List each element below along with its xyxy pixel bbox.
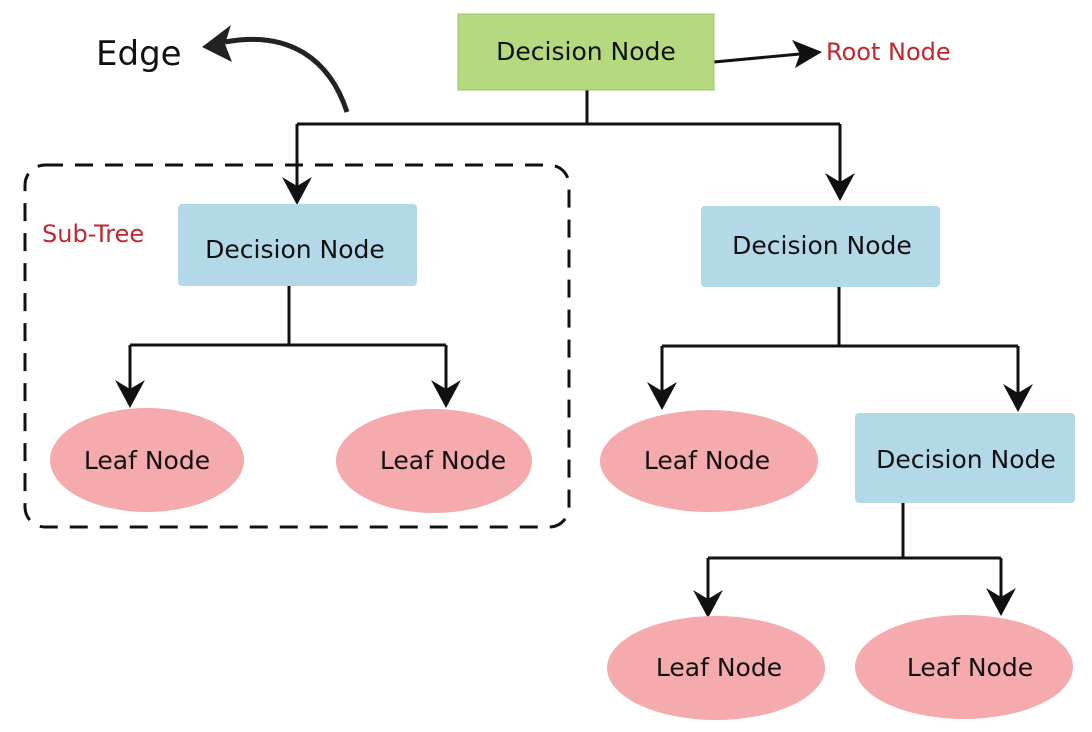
decision-node-left-label: Decision Node	[205, 235, 385, 264]
decision-node-left[interactable]: Decision Node	[178, 204, 417, 286]
leaf-node-5-label: Leaf Node	[907, 653, 1033, 682]
leaf-node-5[interactable]: Leaf Node	[855, 615, 1073, 719]
leaf-node-2-label: Leaf Node	[380, 446, 506, 475]
edges-right-decision-2	[693, 503, 1016, 618]
decision-node-right-2[interactable]: Decision Node	[855, 413, 1075, 503]
leaf-node-2[interactable]: Leaf Node	[336, 409, 532, 513]
root-annotation-label: Root Node	[826, 38, 951, 66]
root-node-label: Decision Node	[496, 37, 676, 66]
leaf-node-1-label: Leaf Node	[84, 446, 210, 475]
decision-node-right[interactable]: Decision Node	[701, 206, 940, 287]
edge-annotation-arrow	[224, 36, 350, 113]
edges-left-decision	[115, 286, 461, 408]
decision-tree-diagram: Decision Node Decision Node Decision Nod…	[23, 13, 1075, 720]
root-annotation-arrow	[713, 52, 801, 64]
decision-node-right-label: Decision Node	[732, 231, 912, 260]
edge-annotation-label: Edge	[96, 34, 182, 74]
root-node[interactable]: Decision Node	[457, 13, 715, 91]
subtree-annotation-label: Sub-Tree	[42, 220, 144, 248]
decision-node-right-2-label: Decision Node	[876, 445, 1056, 474]
edges-root	[282, 90, 855, 205]
leaf-node-4[interactable]: Leaf Node	[607, 616, 825, 720]
leaf-node-3-label: Leaf Node	[644, 446, 770, 475]
leaf-node-3[interactable]: Leaf Node	[600, 410, 818, 512]
edges-right-decision	[647, 287, 1033, 412]
leaf-node-1[interactable]: Leaf Node	[50, 408, 244, 512]
leaf-node-4-label: Leaf Node	[656, 653, 782, 682]
